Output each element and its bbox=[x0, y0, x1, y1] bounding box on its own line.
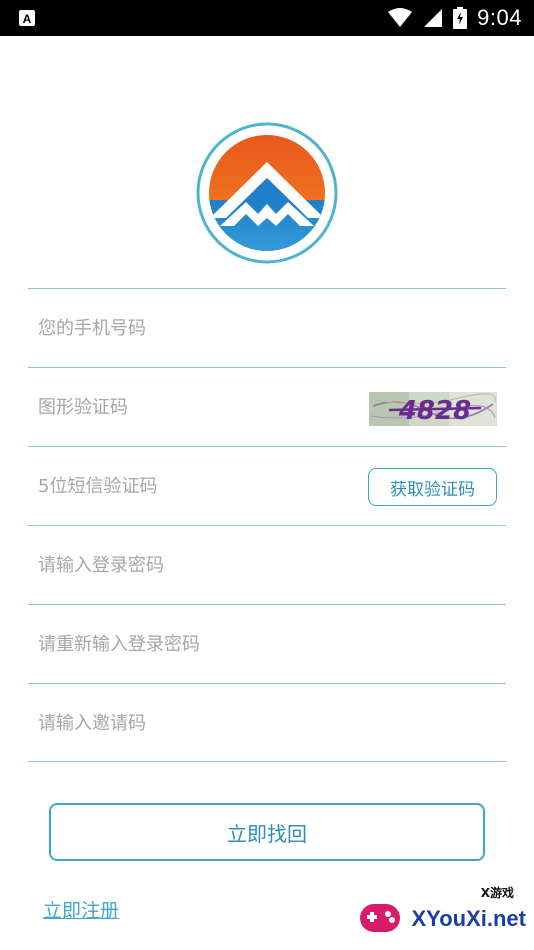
clock: 9:04 bbox=[477, 5, 522, 30]
recover-button[interactable]: 立即找回 bbox=[49, 803, 485, 861]
gamepad-logo-icon bbox=[360, 904, 400, 932]
wifi-icon bbox=[388, 8, 413, 27]
watermark-text: XYouXi.net bbox=[411, 906, 527, 931]
password-row bbox=[28, 525, 506, 604]
register-link[interactable]: 立即注册 bbox=[43, 896, 119, 923]
image-code-row: 4828 bbox=[28, 367, 506, 446]
phone-row bbox=[28, 288, 506, 367]
battery-charging-icon bbox=[453, 7, 468, 29]
svg-text:A: A bbox=[23, 12, 32, 26]
captcha-text: 4828 bbox=[398, 396, 471, 426]
captcha-image[interactable]: 4828 bbox=[369, 392, 497, 426]
notification-a-icon: A bbox=[19, 10, 35, 26]
phone-input[interactable] bbox=[38, 289, 358, 367]
signal-icon bbox=[424, 9, 443, 27]
get-code-button[interactable]: 获取验证码 bbox=[368, 468, 497, 506]
sms-code-input[interactable] bbox=[38, 447, 358, 525]
status-bar: A 9:04 bbox=[0, 0, 534, 36]
password-confirm-input[interactable] bbox=[38, 605, 358, 683]
mountain-logo-icon bbox=[196, 122, 338, 264]
sms-code-row: 获取验证码 bbox=[28, 446, 506, 525]
watermark: X游戏 XYouXi.net bbox=[358, 884, 528, 944]
recover-form: 4828 获取验证码 bbox=[28, 288, 506, 762]
image-code-input[interactable] bbox=[38, 368, 358, 446]
invite-code-input[interactable] bbox=[38, 684, 358, 762]
password-confirm-row bbox=[28, 604, 506, 683]
password-input[interactable] bbox=[38, 526, 358, 604]
watermark-small-text: X游戏 bbox=[480, 886, 514, 900]
invite-row bbox=[28, 683, 506, 762]
